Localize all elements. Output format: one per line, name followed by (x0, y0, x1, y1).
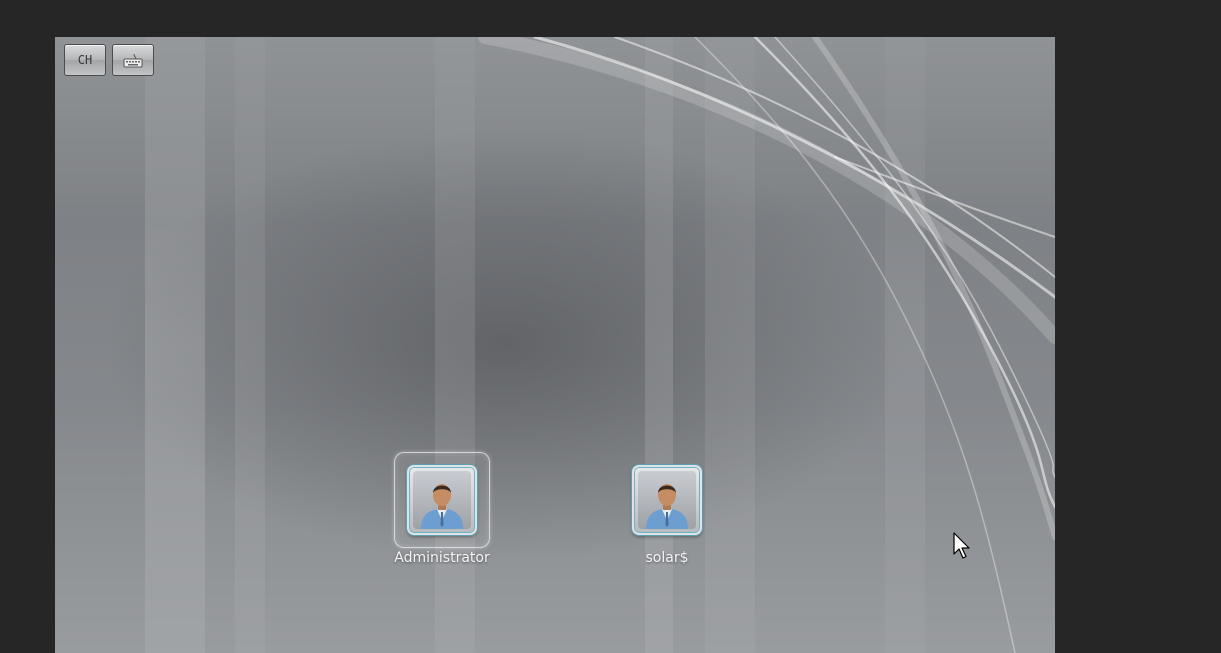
logon-screen: CH Administrator solar$ (55, 37, 1055, 653)
selection-ring (394, 452, 490, 548)
user-tile-solar[interactable]: solar$ (612, 452, 722, 566)
user-picture-frame (632, 465, 702, 535)
user-avatar-icon (421, 484, 463, 529)
background-light-streaks (145, 37, 1055, 653)
user-avatar-icon (646, 484, 688, 529)
user-name-label: Administrator (394, 550, 490, 566)
top-toolbar: CH (64, 44, 154, 76)
mouse-pointer-icon (953, 532, 970, 559)
selection-ring (619, 452, 715, 548)
on-screen-keyboard-button[interactable] (112, 44, 154, 76)
user-picture-frame (407, 465, 477, 535)
user-tile-administrator[interactable]: Administrator (387, 452, 497, 566)
keyboard-icon (123, 53, 143, 68)
user-name-label: solar$ (645, 550, 689, 566)
language-button[interactable]: CH (64, 44, 106, 76)
language-label: CH (77, 53, 93, 67)
